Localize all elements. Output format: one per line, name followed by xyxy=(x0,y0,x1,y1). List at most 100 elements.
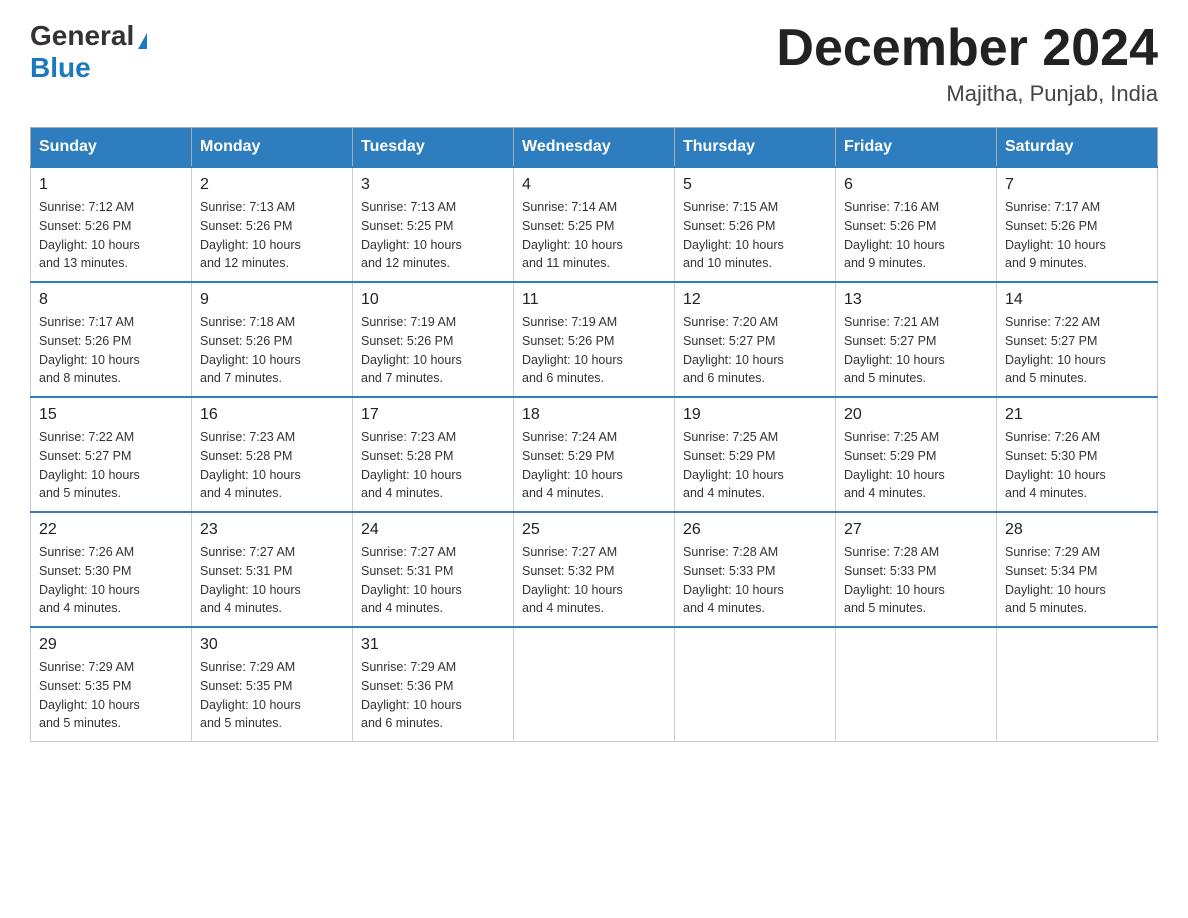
day-info: Sunrise: 7:29 AM Sunset: 5:35 PM Dayligh… xyxy=(39,658,183,733)
day-number: 28 xyxy=(1005,521,1149,539)
calendar-cell: 28 Sunrise: 7:29 AM Sunset: 5:34 PM Dayl… xyxy=(997,512,1158,627)
day-number: 18 xyxy=(522,406,666,424)
day-info: Sunrise: 7:29 AM Sunset: 5:36 PM Dayligh… xyxy=(361,658,505,733)
col-header-wednesday: Wednesday xyxy=(514,128,675,168)
calendar-cell: 30 Sunrise: 7:29 AM Sunset: 5:35 PM Dayl… xyxy=(192,627,353,742)
day-number: 3 xyxy=(361,176,505,194)
calendar-cell: 5 Sunrise: 7:15 AM Sunset: 5:26 PM Dayli… xyxy=(675,167,836,282)
calendar-week-4: 22 Sunrise: 7:26 AM Sunset: 5:30 PM Dayl… xyxy=(31,512,1158,627)
day-number: 12 xyxy=(683,291,827,309)
day-number: 26 xyxy=(683,521,827,539)
day-info: Sunrise: 7:20 AM Sunset: 5:27 PM Dayligh… xyxy=(683,313,827,388)
day-info: Sunrise: 7:18 AM Sunset: 5:26 PM Dayligh… xyxy=(200,313,344,388)
day-number: 23 xyxy=(200,521,344,539)
calendar-cell: 18 Sunrise: 7:24 AM Sunset: 5:29 PM Dayl… xyxy=(514,397,675,512)
day-info: Sunrise: 7:24 AM Sunset: 5:29 PM Dayligh… xyxy=(522,428,666,503)
day-number: 22 xyxy=(39,521,183,539)
calendar-cell: 29 Sunrise: 7:29 AM Sunset: 5:35 PM Dayl… xyxy=(31,627,192,742)
day-number: 2 xyxy=(200,176,344,194)
day-number: 29 xyxy=(39,636,183,654)
day-number: 27 xyxy=(844,521,988,539)
calendar-cell xyxy=(514,627,675,742)
day-info: Sunrise: 7:27 AM Sunset: 5:32 PM Dayligh… xyxy=(522,543,666,618)
day-info: Sunrise: 7:13 AM Sunset: 5:25 PM Dayligh… xyxy=(361,198,505,273)
calendar-cell: 14 Sunrise: 7:22 AM Sunset: 5:27 PM Dayl… xyxy=(997,282,1158,397)
day-info: Sunrise: 7:25 AM Sunset: 5:29 PM Dayligh… xyxy=(683,428,827,503)
calendar-cell: 22 Sunrise: 7:26 AM Sunset: 5:30 PM Dayl… xyxy=(31,512,192,627)
logo-blue-text: Blue xyxy=(30,52,91,84)
day-info: Sunrise: 7:22 AM Sunset: 5:27 PM Dayligh… xyxy=(39,428,183,503)
location-text: Majitha, Punjab, India xyxy=(776,81,1158,107)
calendar-cell: 27 Sunrise: 7:28 AM Sunset: 5:33 PM Dayl… xyxy=(836,512,997,627)
col-header-saturday: Saturday xyxy=(997,128,1158,168)
day-number: 15 xyxy=(39,406,183,424)
calendar-cell: 7 Sunrise: 7:17 AM Sunset: 5:26 PM Dayli… xyxy=(997,167,1158,282)
day-number: 9 xyxy=(200,291,344,309)
day-number: 7 xyxy=(1005,176,1149,194)
day-number: 17 xyxy=(361,406,505,424)
calendar-cell xyxy=(997,627,1158,742)
calendar-cell: 20 Sunrise: 7:25 AM Sunset: 5:29 PM Dayl… xyxy=(836,397,997,512)
calendar-cell: 1 Sunrise: 7:12 AM Sunset: 5:26 PM Dayli… xyxy=(31,167,192,282)
day-number: 19 xyxy=(683,406,827,424)
day-number: 30 xyxy=(200,636,344,654)
calendar-week-1: 1 Sunrise: 7:12 AM Sunset: 5:26 PM Dayli… xyxy=(31,167,1158,282)
logo: General Blue xyxy=(30,20,147,84)
calendar-table: SundayMondayTuesdayWednesdayThursdayFrid… xyxy=(30,127,1158,742)
day-number: 5 xyxy=(683,176,827,194)
day-info: Sunrise: 7:26 AM Sunset: 5:30 PM Dayligh… xyxy=(39,543,183,618)
calendar-cell xyxy=(675,627,836,742)
calendar-cell: 23 Sunrise: 7:27 AM Sunset: 5:31 PM Dayl… xyxy=(192,512,353,627)
logo-general-text: General xyxy=(30,20,147,52)
col-header-monday: Monday xyxy=(192,128,353,168)
calendar-cell: 9 Sunrise: 7:18 AM Sunset: 5:26 PM Dayli… xyxy=(192,282,353,397)
calendar-cell: 6 Sunrise: 7:16 AM Sunset: 5:26 PM Dayli… xyxy=(836,167,997,282)
day-info: Sunrise: 7:29 AM Sunset: 5:35 PM Dayligh… xyxy=(200,658,344,733)
calendar-cell: 13 Sunrise: 7:21 AM Sunset: 5:27 PM Dayl… xyxy=(836,282,997,397)
calendar-cell: 2 Sunrise: 7:13 AM Sunset: 5:26 PM Dayli… xyxy=(192,167,353,282)
day-info: Sunrise: 7:19 AM Sunset: 5:26 PM Dayligh… xyxy=(522,313,666,388)
col-header-friday: Friday xyxy=(836,128,997,168)
day-info: Sunrise: 7:15 AM Sunset: 5:26 PM Dayligh… xyxy=(683,198,827,273)
calendar-week-3: 15 Sunrise: 7:22 AM Sunset: 5:27 PM Dayl… xyxy=(31,397,1158,512)
day-number: 1 xyxy=(39,176,183,194)
day-number: 20 xyxy=(844,406,988,424)
page-header: General Blue December 2024 Majitha, Punj… xyxy=(30,20,1158,107)
day-info: Sunrise: 7:26 AM Sunset: 5:30 PM Dayligh… xyxy=(1005,428,1149,503)
calendar-cell: 25 Sunrise: 7:27 AM Sunset: 5:32 PM Dayl… xyxy=(514,512,675,627)
day-info: Sunrise: 7:29 AM Sunset: 5:34 PM Dayligh… xyxy=(1005,543,1149,618)
day-info: Sunrise: 7:21 AM Sunset: 5:27 PM Dayligh… xyxy=(844,313,988,388)
col-header-thursday: Thursday xyxy=(675,128,836,168)
calendar-cell: 24 Sunrise: 7:27 AM Sunset: 5:31 PM Dayl… xyxy=(353,512,514,627)
calendar-cell: 26 Sunrise: 7:28 AM Sunset: 5:33 PM Dayl… xyxy=(675,512,836,627)
day-number: 31 xyxy=(361,636,505,654)
day-number: 6 xyxy=(844,176,988,194)
day-info: Sunrise: 7:27 AM Sunset: 5:31 PM Dayligh… xyxy=(200,543,344,618)
calendar-cell: 17 Sunrise: 7:23 AM Sunset: 5:28 PM Dayl… xyxy=(353,397,514,512)
calendar-cell: 11 Sunrise: 7:19 AM Sunset: 5:26 PM Dayl… xyxy=(514,282,675,397)
day-number: 8 xyxy=(39,291,183,309)
calendar-cell xyxy=(836,627,997,742)
day-info: Sunrise: 7:25 AM Sunset: 5:29 PM Dayligh… xyxy=(844,428,988,503)
calendar-cell: 8 Sunrise: 7:17 AM Sunset: 5:26 PM Dayli… xyxy=(31,282,192,397)
calendar-cell: 19 Sunrise: 7:25 AM Sunset: 5:29 PM Dayl… xyxy=(675,397,836,512)
day-number: 25 xyxy=(522,521,666,539)
day-info: Sunrise: 7:28 AM Sunset: 5:33 PM Dayligh… xyxy=(844,543,988,618)
day-info: Sunrise: 7:17 AM Sunset: 5:26 PM Dayligh… xyxy=(1005,198,1149,273)
day-number: 21 xyxy=(1005,406,1149,424)
day-number: 16 xyxy=(200,406,344,424)
day-number: 14 xyxy=(1005,291,1149,309)
day-info: Sunrise: 7:16 AM Sunset: 5:26 PM Dayligh… xyxy=(844,198,988,273)
calendar-cell: 16 Sunrise: 7:23 AM Sunset: 5:28 PM Dayl… xyxy=(192,397,353,512)
day-info: Sunrise: 7:27 AM Sunset: 5:31 PM Dayligh… xyxy=(361,543,505,618)
calendar-cell: 21 Sunrise: 7:26 AM Sunset: 5:30 PM Dayl… xyxy=(997,397,1158,512)
calendar-header-row: SundayMondayTuesdayWednesdayThursdayFrid… xyxy=(31,128,1158,168)
day-info: Sunrise: 7:19 AM Sunset: 5:26 PM Dayligh… xyxy=(361,313,505,388)
day-number: 4 xyxy=(522,176,666,194)
day-info: Sunrise: 7:28 AM Sunset: 5:33 PM Dayligh… xyxy=(683,543,827,618)
day-info: Sunrise: 7:13 AM Sunset: 5:26 PM Dayligh… xyxy=(200,198,344,273)
calendar-cell: 31 Sunrise: 7:29 AM Sunset: 5:36 PM Dayl… xyxy=(353,627,514,742)
col-header-tuesday: Tuesday xyxy=(353,128,514,168)
col-header-sunday: Sunday xyxy=(31,128,192,168)
month-title: December 2024 xyxy=(776,20,1158,77)
